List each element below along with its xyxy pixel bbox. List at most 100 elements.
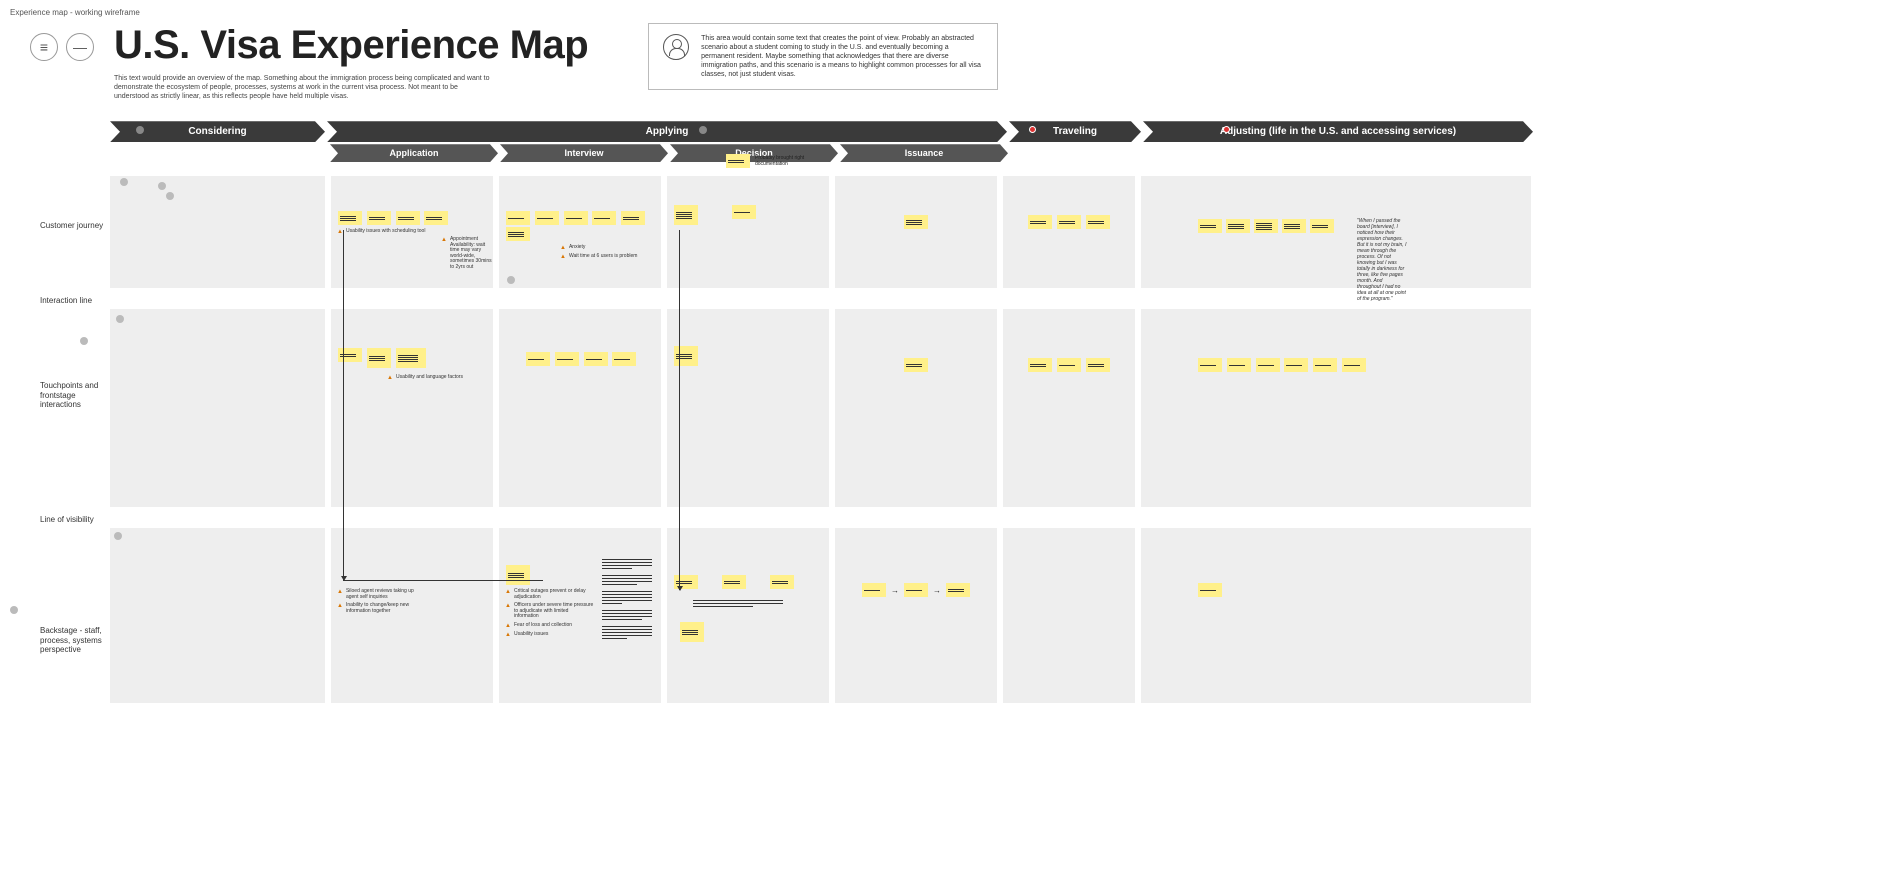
pov-text: This area would contain some text that c… xyxy=(701,34,983,79)
cell-bs-considering xyxy=(110,528,325,703)
sticky-note[interactable] xyxy=(732,205,756,219)
subphase-application: Application xyxy=(330,144,498,162)
text-block xyxy=(693,600,823,607)
sticky-note[interactable] xyxy=(367,211,391,225)
warning-icon: Officers under severe time pressure to a… xyxy=(505,603,594,620)
warning-icon: Inability to change/keep new information… xyxy=(337,603,487,614)
note-text: Probably brought right documentation xyxy=(755,155,805,167)
sticky-note[interactable] xyxy=(506,565,530,585)
sticky-note[interactable] xyxy=(555,352,579,366)
sticky-note[interactable] xyxy=(612,352,636,366)
warning-icon: Usability issues with scheduling tool xyxy=(337,229,487,235)
cell-tp-decision xyxy=(667,309,829,507)
warning-icon: Fear of loss and collection xyxy=(505,623,594,629)
cell-tp-adjusting xyxy=(1141,309,1531,507)
sticky-note[interactable] xyxy=(396,211,420,225)
sticky-note[interactable] xyxy=(904,215,928,229)
sticky-note[interactable] xyxy=(1310,219,1334,233)
cell-tp-application: Usability and language factors xyxy=(331,309,493,507)
row-label-touchpoints: Touchpoints and frontstage interactions xyxy=(40,381,105,410)
sticky-note[interactable] xyxy=(1256,358,1280,372)
warning-icon: Usability issues xyxy=(505,632,594,638)
connector-arrow xyxy=(679,230,680,590)
cell-cj-adjusting: "When I passed the board [interview], I … xyxy=(1141,176,1531,288)
connector-arrow xyxy=(343,230,344,580)
cell-tp-issuance xyxy=(835,309,997,507)
row-label-interaction: Interaction line xyxy=(40,296,1890,305)
cell-bs-issuance: → → xyxy=(835,528,997,703)
sticky-note[interactable] xyxy=(1028,358,1052,372)
cell-bs-adjusting xyxy=(1141,528,1531,703)
minus-icon[interactable]: — xyxy=(66,33,94,61)
cell-bs-interview: Critical outages prevent or delay adjudi… xyxy=(499,528,661,703)
sticky-note[interactable] xyxy=(592,211,616,225)
phase-traveling: Traveling xyxy=(1009,121,1141,142)
sticky-note[interactable] xyxy=(1057,215,1081,229)
overview-text: This text would provide an overview of t… xyxy=(114,74,494,101)
cell-cj-application: Usability issues with scheduling tool Ap… xyxy=(331,176,493,288)
quote-text: "When I passed the board [interview], I … xyxy=(1357,218,1407,302)
sticky-note[interactable] xyxy=(535,211,559,225)
sticky-note[interactable] xyxy=(367,348,391,368)
phase-considering: Considering xyxy=(110,121,325,142)
sticky-note[interactable] xyxy=(1198,583,1222,597)
connector-line xyxy=(343,580,543,581)
sticky-note[interactable] xyxy=(1227,358,1251,372)
sticky-note[interactable] xyxy=(1342,358,1366,372)
filter-icon[interactable]: ≡ xyxy=(30,33,58,61)
sticky-note[interactable] xyxy=(770,575,794,589)
sticky-note[interactable] xyxy=(621,211,645,225)
cell-cj-traveling xyxy=(1003,176,1135,288)
sticky-note[interactable] xyxy=(1282,219,1306,233)
warning-icon: Appointment Availability: wait time may … xyxy=(441,237,493,270)
sticky-note[interactable] xyxy=(338,211,362,225)
subphase-issuance: Issuance xyxy=(840,144,1008,162)
phase-adjusting: Adjusting (life in the U.S. and accessin… xyxy=(1143,121,1533,142)
sticky-note[interactable] xyxy=(680,622,704,642)
sticky-note[interactable] xyxy=(1313,358,1337,372)
toolbar-circles: ≡ — xyxy=(30,33,94,61)
sticky-note[interactable] xyxy=(674,346,698,366)
sticky-note[interactable] xyxy=(338,348,362,362)
sticky-note[interactable] xyxy=(726,154,750,168)
sticky-note[interactable] xyxy=(1254,219,1278,233)
sticky-note[interactable] xyxy=(862,583,886,597)
sticky-note[interactable] xyxy=(674,205,698,225)
row-label-backstage: Backstage - staff, process, systems pers… xyxy=(40,626,105,655)
sticky-note[interactable] xyxy=(1028,215,1052,229)
sticky-note[interactable] xyxy=(1198,358,1222,372)
warning-icon: Anxiety xyxy=(560,245,655,251)
row-label-visibility: Line of visibility xyxy=(40,515,1890,524)
sticky-note[interactable] xyxy=(904,358,928,372)
subphase-interview: Interview xyxy=(500,144,668,162)
sticky-note[interactable] xyxy=(1284,358,1308,372)
sticky-note[interactable] xyxy=(506,227,530,241)
sticky-note[interactable] xyxy=(526,352,550,366)
warning-icon: Critical outages prevent or delay adjudi… xyxy=(505,589,594,600)
sticky-note[interactable] xyxy=(584,352,608,366)
breadcrumb: Experience map - working wireframe xyxy=(10,8,1890,17)
user-icon xyxy=(663,34,689,60)
sticky-note[interactable] xyxy=(1057,358,1081,372)
sticky-note[interactable] xyxy=(564,211,588,225)
cell-bs-decision xyxy=(667,528,829,703)
sticky-note[interactable] xyxy=(1086,358,1110,372)
sticky-note[interactable] xyxy=(1226,219,1250,233)
phase-applying: Applying xyxy=(327,121,1007,142)
row-label-customer: Customer journey xyxy=(40,221,105,231)
sticky-note[interactable] xyxy=(424,211,448,225)
sticky-note[interactable] xyxy=(506,211,530,225)
sticky-note[interactable] xyxy=(946,583,970,597)
pov-box: This area would contain some text that c… xyxy=(648,23,998,90)
cell-cj-interview: Anxiety Wait time at 6 users is problem xyxy=(499,176,661,288)
sticky-note[interactable] xyxy=(722,575,746,589)
sticky-note[interactable] xyxy=(1086,215,1110,229)
warning-icon: Siloed agent reviews taking up agent sel… xyxy=(337,589,487,600)
cell-tp-interview xyxy=(499,309,661,507)
sticky-note[interactable] xyxy=(904,583,928,597)
text-block xyxy=(602,559,652,639)
sticky-note[interactable] xyxy=(1198,219,1222,233)
cell-cj-considering xyxy=(110,176,325,288)
sticky-note[interactable] xyxy=(396,348,426,368)
cell-bs-application: Siloed agent reviews taking up agent sel… xyxy=(331,528,493,703)
